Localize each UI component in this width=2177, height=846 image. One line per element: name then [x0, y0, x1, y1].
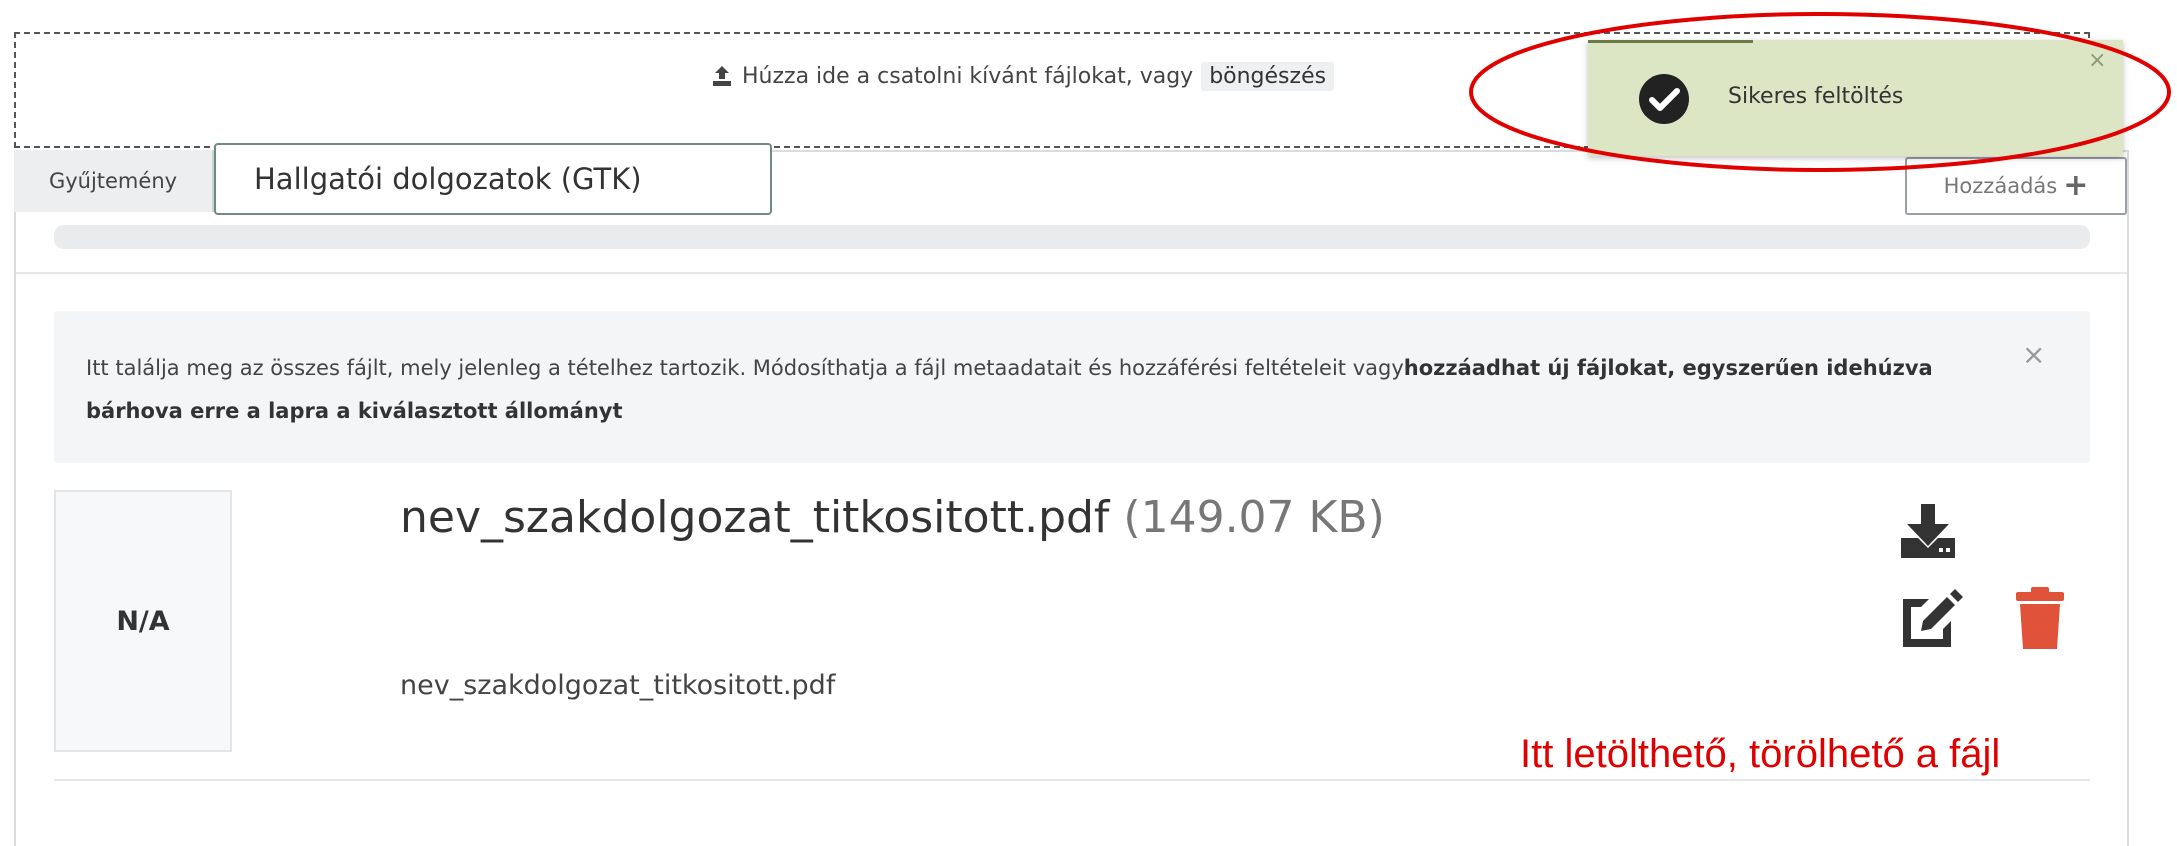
add-button[interactable]: Hozzáadás +: [1905, 157, 2127, 215]
annotation-text: Itt letölthető, törölhető a fájl: [1520, 732, 2001, 776]
divider: [16, 272, 2127, 274]
drop-zone-label: Húzza ide a csatolni kívánt fájlokat, va…: [742, 63, 1194, 89]
collection-select[interactable]: Hallgatói dolgozatok (GTK): [214, 143, 772, 215]
divider: [54, 779, 2090, 781]
toast-close-button[interactable]: ×: [2088, 48, 2106, 73]
file-name[interactable]: nev_szakdolgozat_titkositott.pdf: [400, 492, 1109, 543]
browse-link[interactable]: böngészés: [1201, 61, 1335, 91]
toast-progress-bar: [1588, 40, 1753, 43]
file-description: nev_szakdolgozat_titkositott.pdf: [400, 670, 836, 701]
add-button-label: Hozzáadás: [1943, 174, 2058, 198]
toast-message: Sikeres feltöltés: [1728, 84, 1904, 109]
trash-icon[interactable]: [2014, 585, 2066, 651]
info-close-button[interactable]: ×: [2022, 338, 2045, 371]
file-size: (149.07 KB): [1123, 492, 1385, 543]
info-text-normal: Itt találja meg az összes fájlt, mely je…: [86, 356, 1404, 380]
check-circle-icon: [1639, 74, 1689, 124]
upload-progress-bar: [54, 225, 2090, 249]
file-title: nev_szakdolgozat_titkositott.pdf (149.07…: [400, 492, 1385, 543]
info-alert-text: Itt találja meg az összes fájlt, mely je…: [86, 347, 1986, 433]
file-thumbnail: N/A: [54, 490, 232, 752]
upload-icon: [713, 66, 731, 86]
drop-zone-text: Húzza ide a csatolni kívánt fájlokat, va…: [710, 56, 1335, 96]
edit-icon[interactable]: [1899, 585, 1965, 651]
collection-label: Gyűjtemény: [14, 150, 214, 212]
download-icon[interactable]: [1899, 502, 1957, 560]
plus-icon: +: [2063, 168, 2089, 203]
